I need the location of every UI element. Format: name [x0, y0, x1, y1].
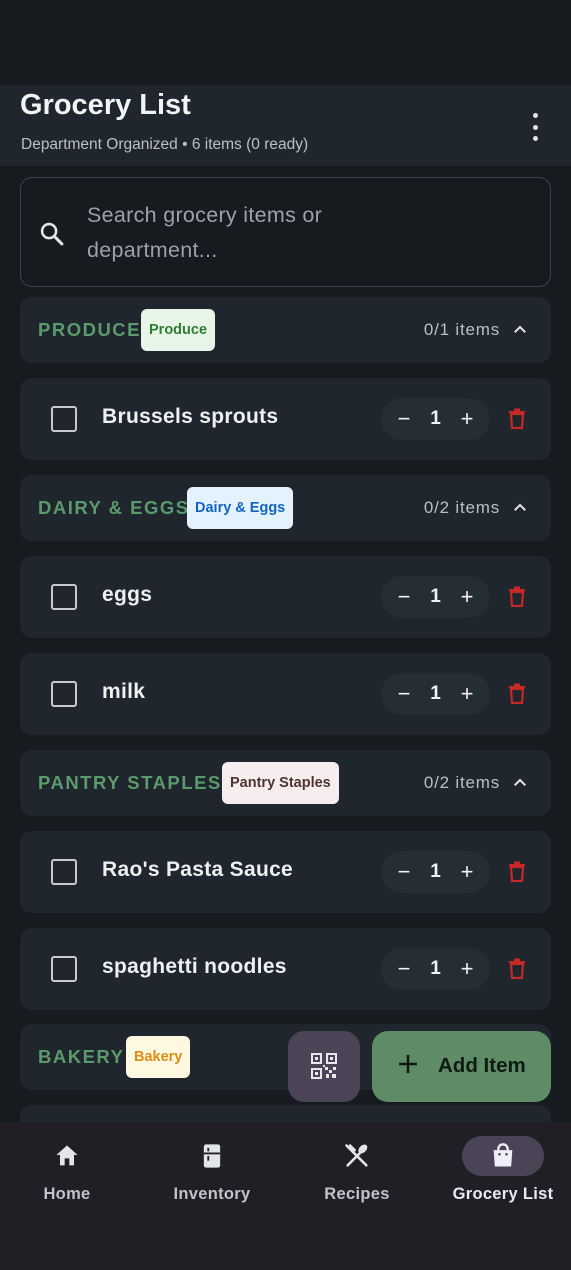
add-item-label: Add Item — [438, 1054, 526, 1077]
department-count: 0/2 items — [423, 498, 500, 517]
status-bar — [0, 0, 571, 85]
item-checkbox[interactable] — [51, 859, 77, 885]
item-checkbox[interactable] — [51, 956, 77, 982]
chevron-up-icon[interactable] — [511, 774, 529, 792]
delete-icon[interactable] — [508, 958, 526, 979]
list-item: Rao's Pasta Sauce − 1 + — [20, 831, 551, 913]
department-chip: Pantry Staples — [222, 762, 339, 804]
department-name: PANTRY STAPLES — [38, 772, 222, 793]
item-name: milk — [102, 680, 146, 703]
add-item-button[interactable]: Add Item — [372, 1031, 551, 1102]
qr-code-icon — [311, 1053, 337, 1079]
plus-icon — [399, 1055, 417, 1073]
department-name: DAIRY & EGGS — [38, 497, 190, 518]
quantity-stepper: − 1 + — [381, 851, 490, 893]
item-name: Brussels sprouts — [102, 405, 279, 428]
item-checkbox[interactable] — [51, 406, 77, 432]
more-options-button[interactable] — [523, 113, 547, 141]
scan-qr-button[interactable] — [288, 1031, 360, 1102]
nav-label: Grocery List — [452, 1185, 554, 1203]
department-header-dairy-eggs[interactable]: DAIRY & EGGS Dairy & Eggs 0/2 items — [20, 475, 551, 541]
nav-item-home[interactable]: Home — [0, 1122, 138, 1222]
department-name: PRODUCE — [38, 319, 142, 340]
item-checkbox[interactable] — [51, 584, 77, 610]
increase-button[interactable]: + — [455, 859, 479, 885]
list-item: eggs − 1 + — [20, 556, 551, 638]
page-title: Grocery List — [20, 89, 191, 121]
utensils-icon — [345, 1144, 368, 1167]
shopping-bag-icon — [493, 1143, 513, 1167]
item-checkbox[interactable] — [51, 681, 77, 707]
item-name: eggs — [102, 583, 153, 606]
delete-icon[interactable] — [508, 683, 526, 704]
list-item: Brussels sprouts − 1 + — [20, 378, 551, 460]
increase-button[interactable]: + — [455, 584, 479, 610]
list-item: spaghetti noodles − 1 + — [20, 928, 551, 1010]
increase-button[interactable]: + — [455, 956, 479, 982]
delete-icon[interactable] — [508, 586, 526, 607]
quantity-stepper: − 1 + — [381, 576, 490, 618]
delete-icon[interactable] — [508, 408, 526, 429]
item-name: spaghetti noodles — [102, 955, 287, 978]
bottom-navigation: Home Inventory Recipes Grocery List — [0, 1122, 571, 1270]
department-count: 0/2 items — [423, 773, 500, 792]
quantity-stepper: − 1 + — [381, 948, 490, 990]
search-icon — [40, 222, 64, 246]
page-subtitle: Department Organized • 6 items (0 ready) — [21, 136, 309, 153]
department-header-pantry-staples[interactable]: PANTRY STAPLES Pantry Staples 0/2 items — [20, 750, 551, 816]
more-vert-icon — [532, 113, 538, 118]
item-name: Rao's Pasta Sauce — [102, 858, 294, 881]
nav-label: Inventory — [173, 1185, 251, 1203]
nav-label: Recipes — [324, 1185, 390, 1203]
department-header-produce[interactable]: PRODUCE Produce 0/1 items — [20, 297, 551, 363]
chevron-up-icon[interactable] — [511, 321, 529, 339]
search-input[interactable]: Search grocery items or department... — [20, 177, 551, 287]
department-chip: Produce — [141, 309, 216, 351]
chevron-up-icon[interactable] — [511, 499, 529, 517]
fridge-icon — [203, 1144, 221, 1168]
department-chip: Bakery — [126, 1036, 191, 1078]
quantity-stepper: − 1 + — [381, 398, 490, 440]
home-icon — [56, 1145, 78, 1166]
department-chip: Dairy & Eggs — [187, 487, 294, 529]
increase-button[interactable]: + — [455, 681, 479, 707]
nav-item-recipes[interactable]: Recipes — [286, 1122, 428, 1222]
department-count: 0/1 items — [423, 320, 500, 339]
search-placeholder: Search grocery items or department... — [87, 203, 323, 262]
list-item: milk − 1 + — [20, 653, 551, 735]
nav-item-inventory[interactable]: Inventory — [141, 1122, 283, 1222]
increase-button[interactable]: + — [455, 406, 479, 432]
nav-label: Home — [43, 1185, 91, 1203]
delete-icon[interactable] — [508, 861, 526, 882]
department-name: BAKERY — [38, 1046, 125, 1067]
quantity-stepper: − 1 + — [381, 673, 490, 715]
nav-item-grocery-list[interactable]: Grocery List — [432, 1122, 571, 1222]
app-bar: Grocery List Department Organized • 6 it… — [0, 85, 571, 166]
